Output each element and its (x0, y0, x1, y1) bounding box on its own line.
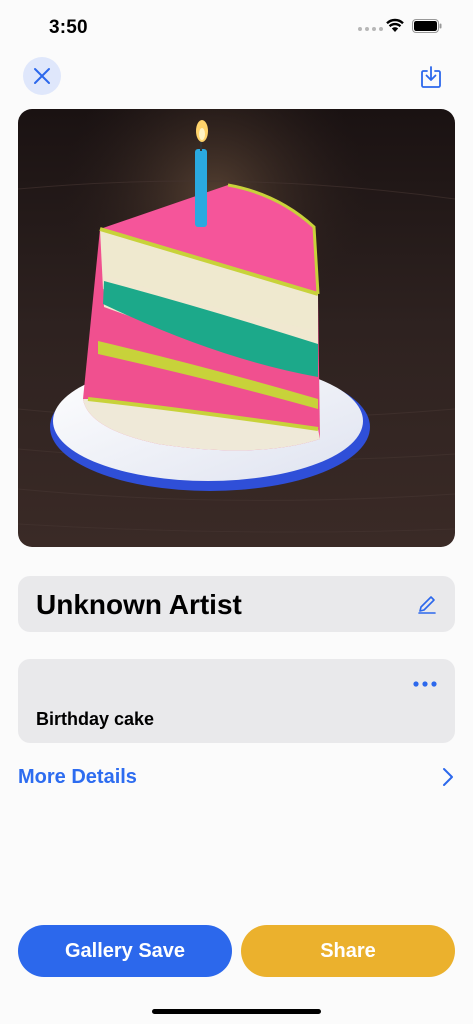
wifi-icon (386, 18, 404, 32)
signal-icon (358, 27, 383, 31)
artist-name: Unknown Artist (36, 589, 242, 620)
artist-card: Unknown Artist (18, 576, 455, 632)
cake-illustration (18, 109, 455, 547)
ellipsis-icon[interactable] (411, 677, 439, 691)
download-icon (421, 66, 441, 88)
home-indicator (152, 1009, 321, 1014)
generated-image[interactable] (18, 109, 455, 547)
chevron-right-icon (443, 768, 453, 786)
share-button[interactable]: Share (241, 925, 455, 977)
more-details-label: More Details (18, 766, 137, 788)
status-time: 3:50 (49, 17, 88, 38)
close-icon (34, 68, 50, 84)
battery-icon (412, 19, 442, 33)
prompt-card: Birthday cake (18, 659, 455, 743)
status-bar: 3:50 (0, 0, 473, 50)
more-details-link[interactable]: More Details (18, 762, 455, 792)
download-button[interactable] (417, 63, 445, 91)
prompt-text: Birthday cake (36, 709, 155, 729)
close-button[interactable] (23, 57, 61, 95)
gallery-save-button[interactable]: Gallery Save (18, 925, 232, 977)
pencil-icon[interactable] (415, 592, 439, 616)
